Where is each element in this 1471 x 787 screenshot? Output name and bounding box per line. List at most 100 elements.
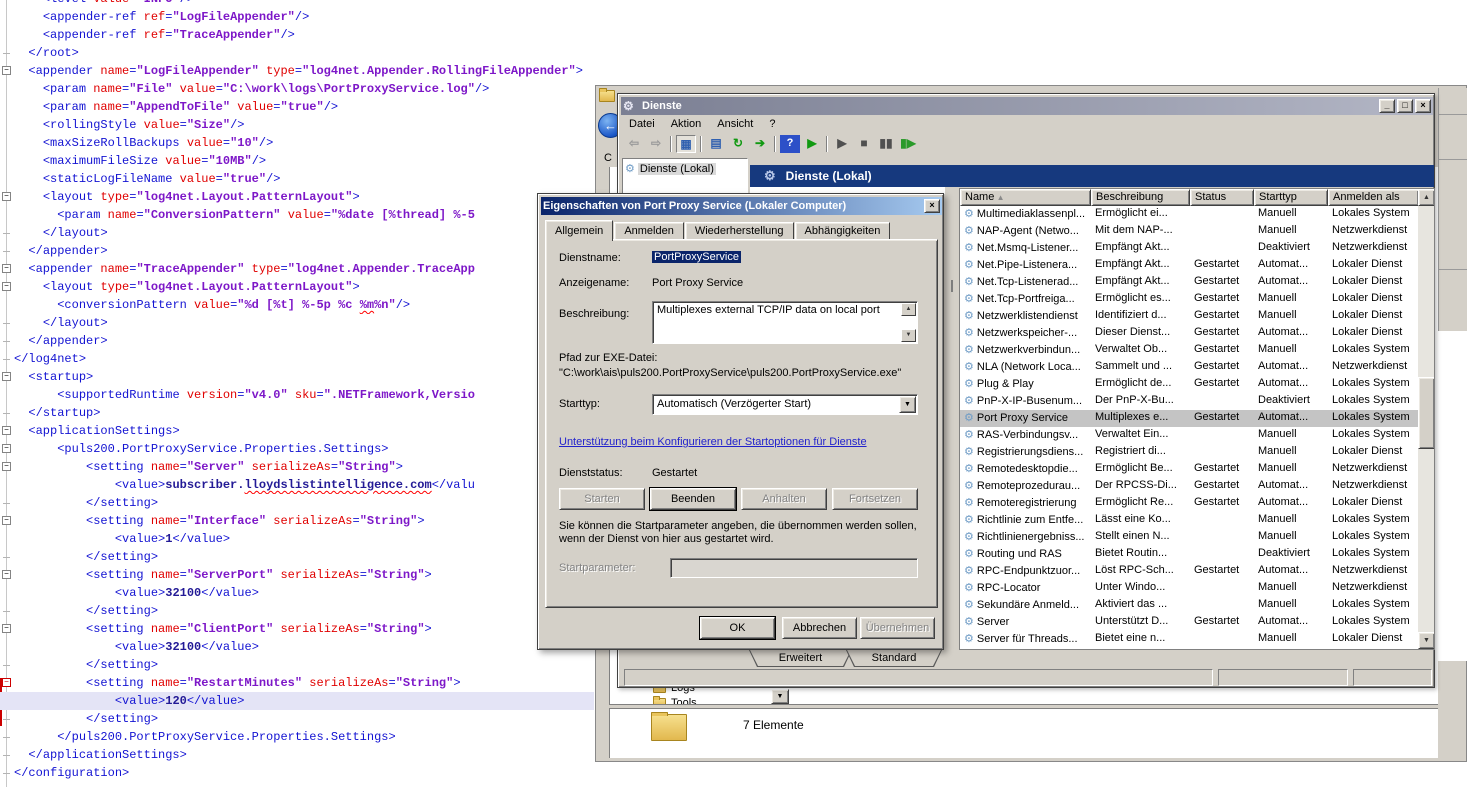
code-line[interactable]: <layout type="log4net.Layout.PatternLayo…: [0, 188, 594, 206]
code-line[interactable]: </log4net>: [0, 350, 594, 368]
code-line[interactable]: <setting name="RestartMinutes" serialize…: [0, 674, 594, 692]
menu-item-aktion[interactable]: Aktion: [663, 116, 710, 132]
services-titlebar[interactable]: ⚙ Dienste _ □ ×: [621, 97, 1433, 115]
code-line[interactable]: <value>subscriber.lloydslistintelligence…: [0, 476, 594, 494]
code-line[interactable]: <param name="File" value="C:\work\logs\P…: [0, 80, 594, 98]
code-line[interactable]: <rollingStyle value="Size"/>: [0, 116, 594, 134]
back-icon[interactable]: ⇦: [624, 135, 644, 153]
help-icon[interactable]: ?: [780, 135, 800, 153]
code-line[interactable]: <layout type="log4net.Layout.PatternLayo…: [0, 278, 594, 296]
beenden-button[interactable]: Beenden: [650, 488, 736, 510]
code-line[interactable]: <startup>: [0, 368, 594, 386]
tab-anmelden[interactable]: Anmelden: [614, 222, 684, 240]
pane-splitter[interactable]: [945, 188, 959, 650]
menu-item-datei[interactable]: Datei: [621, 116, 663, 132]
code-line[interactable]: <level value="INFO"/>: [0, 0, 594, 8]
tree-node-dienste-lokal[interactable]: ⚙Dienste (Lokal): [625, 162, 716, 175]
code-line[interactable]: </startup>: [0, 404, 594, 422]
code-line[interactable]: </setting>: [0, 656, 594, 674]
code-line[interactable]: </setting>: [0, 548, 594, 566]
service-row[interactable]: ⚙Server für Threads...Bietet eine n...Ma…: [960, 631, 1419, 648]
abbrechen-button[interactable]: Abbrechen: [782, 617, 857, 639]
column-header-status[interactable]: Status: [1190, 189, 1254, 206]
code-line[interactable]: <appender name="TraceAppender" type="log…: [0, 260, 594, 278]
code-line[interactable]: </setting>: [0, 602, 594, 620]
code-line[interactable]: </configuration>: [0, 764, 594, 782]
service-row[interactable]: ⚙RAS-Verbindungsv...Verwaltet Ein...Manu…: [960, 427, 1419, 444]
service-row[interactable]: ⚙Multimediaklassenpl...Ermöglicht ei...M…: [960, 206, 1419, 223]
column-header-starttyp[interactable]: Starttyp: [1254, 189, 1328, 206]
service-row[interactable]: ⚙Netzwerkverbindun...Verwaltet Ob...Gest…: [960, 342, 1419, 359]
menu-item-help[interactable]: ?: [761, 116, 783, 132]
starttyp-select[interactable]: Automatisch (Verzögerter Start) ▼: [652, 394, 918, 415]
close-icon[interactable]: ×: [924, 199, 940, 213]
tab-abhängigkeiten[interactable]: Abhängigkeiten: [795, 222, 891, 240]
ok-button[interactable]: OK: [700, 617, 775, 639]
code-line[interactable]: <staticLogFileName value="true"/>: [0, 170, 594, 188]
code-line[interactable]: <setting name="Interface" serializeAs="S…: [0, 512, 594, 530]
code-line[interactable]: <value>32100</value>: [0, 584, 594, 602]
code-line[interactable]: <applicationSettings>: [0, 422, 594, 440]
code-line[interactable]: <value>1</value>: [0, 530, 594, 548]
view-tab-standard[interactable]: Standard: [846, 650, 942, 667]
maximize-button[interactable]: □: [1397, 99, 1413, 113]
code-line[interactable]: </layout>: [0, 314, 594, 332]
column-header-name[interactable]: Name ▲: [960, 189, 1091, 206]
code-editor[interactable]: −−−−−−−−−−−− <level value="INFO"/> <appe…: [0, 0, 612, 787]
scrollbar-thumb[interactable]: [1418, 377, 1435, 449]
service-row[interactable]: ⚙ServerUnterstützt D...GestartetAutomat.…: [960, 614, 1419, 631]
service-row[interactable]: ⚙RemoteregistrierungErmöglicht Re...Gest…: [960, 495, 1419, 512]
code-line[interactable]: <puls200.PortProxyService.Properties.Set…: [0, 440, 594, 458]
code-line[interactable]: <appender name="LogFileAppender" type="l…: [0, 62, 594, 80]
menu-item-ansicht[interactable]: Ansicht: [709, 116, 761, 132]
list-scrollbar[interactable]: ▲ ▼: [1418, 189, 1435, 649]
code-line[interactable]: <param name="ConversionPattern" value="%…: [0, 206, 594, 224]
tab-allgemein[interactable]: Allgemein: [545, 220, 613, 241]
service-row[interactable]: ⚙NLA (Network Loca...Sammelt und ...Gest…: [960, 359, 1419, 376]
description-scroll-down-icon[interactable]: ▼: [901, 329, 916, 342]
service-row[interactable]: ⚙RPC-LocatorUnter Windo...ManuellNetzwer…: [960, 580, 1419, 597]
export-list-icon[interactable]: ➔: [750, 135, 770, 153]
code-line[interactable]: </puls200.PortProxyService.Properties.Se…: [0, 728, 594, 746]
dropdown-icon[interactable]: ▼: [771, 689, 789, 704]
view-tab-erweitert[interactable]: Erweitert: [749, 650, 852, 667]
beschreibung-field[interactable]: Multiplexes external TCP/IP data on loca…: [652, 301, 918, 344]
show-console-tree-icon[interactable]: ▦: [676, 135, 696, 153]
service-row[interactable]: ⚙Netzwerkspeicher-...Dieser Dienst...Ges…: [960, 325, 1419, 342]
code-line[interactable]: <setting name="ClientPort" serializeAs="…: [0, 620, 594, 638]
code-line[interactable]: <appender-ref ref="LogFileAppender"/>: [0, 8, 594, 26]
properties-icon[interactable]: ▤: [706, 135, 726, 153]
scroll-up-icon[interactable]: ▲: [1418, 189, 1435, 206]
code-line[interactable]: </root>: [0, 44, 594, 62]
code-line[interactable]: <param name="AppendToFile" value="true"/…: [0, 98, 594, 116]
service-row[interactable]: ⚙Routing und RASBietet Routin...Deaktivi…: [960, 546, 1419, 563]
service-row[interactable]: ⚙Richtlinienergebniss...Stellt einen N..…: [960, 529, 1419, 546]
column-header-beschreibung[interactable]: Beschreibung: [1091, 189, 1190, 206]
new-window-icon[interactable]: ▶: [802, 135, 822, 153]
startparameter-input[interactable]: [670, 558, 918, 578]
service-row[interactable]: ⚙NetzwerklistendienstIdentifiziert d...G…: [960, 308, 1419, 325]
code-line[interactable]: <supportedRuntime version="v4.0" sku=".N…: [0, 386, 594, 404]
code-line[interactable]: </applicationSettings>: [0, 746, 594, 764]
scroll-down-icon[interactable]: ▼: [1418, 632, 1435, 649]
service-row[interactable]: ⚙Remoteprozedurau...Der RPCSS-Di...Gesta…: [960, 478, 1419, 495]
forward-icon[interactable]: ⇨: [646, 135, 666, 153]
code-line[interactable]: <maxSizeRollBackups value="10"/>: [0, 134, 594, 152]
description-scroll-up-icon[interactable]: ▲: [901, 303, 916, 316]
code-line[interactable]: </setting>: [0, 494, 594, 512]
service-row[interactable]: ⚙Sekundäre Anmeld...Aktiviert das ...Man…: [960, 597, 1419, 614]
service-row[interactable]: ⚙Registrierungsdiens...Registriert di...…: [960, 444, 1419, 461]
start-service-icon[interactable]: ▶: [832, 135, 852, 153]
tab-wiederherstellung[interactable]: Wiederherstellung: [685, 222, 794, 240]
service-row[interactable]: ⚙Net.Tcp-Listenerad...Empfängt Akt...Ges…: [960, 274, 1419, 291]
code-line[interactable]: </appender>: [0, 332, 594, 350]
dienstname-value[interactable]: PortProxyService: [652, 251, 741, 263]
dialog-titlebar[interactable]: Eigenschaften von Port Proxy Service (Lo…: [541, 197, 942, 215]
refresh-icon[interactable]: ↻: [728, 135, 748, 153]
stop-service-icon[interactable]: ■: [854, 135, 874, 153]
service-row[interactable]: ⚙NAP-Agent (Netwo...Mit dem NAP-...Manue…: [960, 223, 1419, 240]
minimize-button[interactable]: _: [1379, 99, 1395, 113]
close-button[interactable]: ×: [1415, 99, 1431, 113]
code-line[interactable]: <appender-ref ref="TraceAppender"/>: [0, 26, 594, 44]
service-row[interactable]: ⚙PnP-X-IP-Busenum...Der PnP-X-Bu...Deakt…: [960, 393, 1419, 410]
